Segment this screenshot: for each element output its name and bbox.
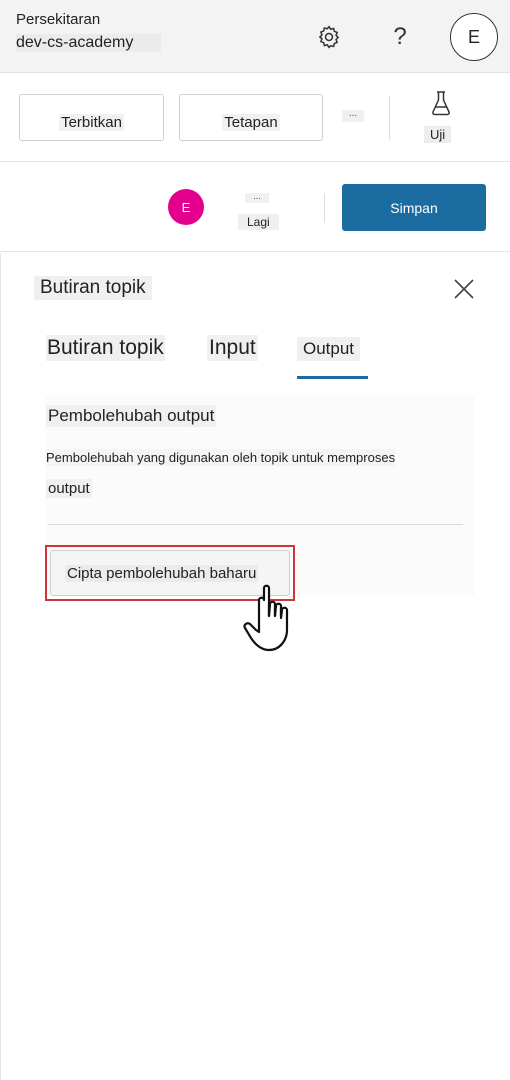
create-new-variable-button[interactable]: Cipta pembolehubah baharu [50, 550, 290, 596]
user-avatar[interactable]: E [168, 189, 204, 225]
tab-topic-details[interactable]: Butiran topik [46, 335, 165, 361]
settings-button-label: Tetapan [222, 114, 280, 131]
publish-button-label: Terbitkan [59, 114, 124, 131]
environment-name[interactable]: dev-cs-academy [16, 34, 162, 52]
secondary-toolbar: E ... Lagi Simpan [0, 163, 510, 252]
settings-button[interactable]: Tetapan [179, 94, 323, 141]
test-button[interactable]: Uji [420, 88, 462, 146]
panel-border [0, 253, 1, 1080]
panel-title: Butiran topik [34, 276, 152, 300]
tab-output[interactable]: Output [297, 337, 361, 361]
flask-icon [432, 91, 450, 116]
more-dots-icon: ... [245, 192, 269, 203]
close-panel-button[interactable] [452, 277, 476, 301]
help-icon: ? [393, 23, 407, 50]
more-label: Lagi [238, 214, 279, 230]
command-toolbar: Terbitkan Tetapan ... Uji [0, 74, 510, 162]
section-description: Pembolehubah yang digunakan oleh topik u… [46, 449, 396, 466]
overflow-menu-button[interactable]: ... [342, 109, 364, 122]
help-button[interactable]: ? [383, 20, 417, 54]
close-icon [454, 279, 474, 299]
section-divider [48, 524, 463, 525]
save-button[interactable]: Simpan [342, 184, 486, 231]
top-header: Persekitaran dev-cs-academy ? E [0, 0, 510, 73]
tab-input[interactable]: Input [207, 335, 258, 361]
section-heading: Pembolehubah output [46, 405, 217, 427]
environment-label: Persekitaran [16, 11, 101, 28]
publish-button[interactable]: Terbitkan [19, 94, 164, 141]
gear-icon [318, 25, 340, 49]
toolbar-divider [389, 96, 390, 140]
settings-gear-button[interactable] [312, 20, 346, 54]
test-label: Uji [424, 126, 452, 143]
more-button[interactable]: ... Lagi [238, 189, 279, 231]
section-description-continued: output [46, 479, 92, 498]
account-avatar[interactable]: E [450, 13, 498, 61]
toolbar-divider [324, 193, 325, 223]
selected-tab-indicator [297, 376, 368, 379]
create-button-label: Cipta pembolehubah baharu [65, 564, 259, 582]
